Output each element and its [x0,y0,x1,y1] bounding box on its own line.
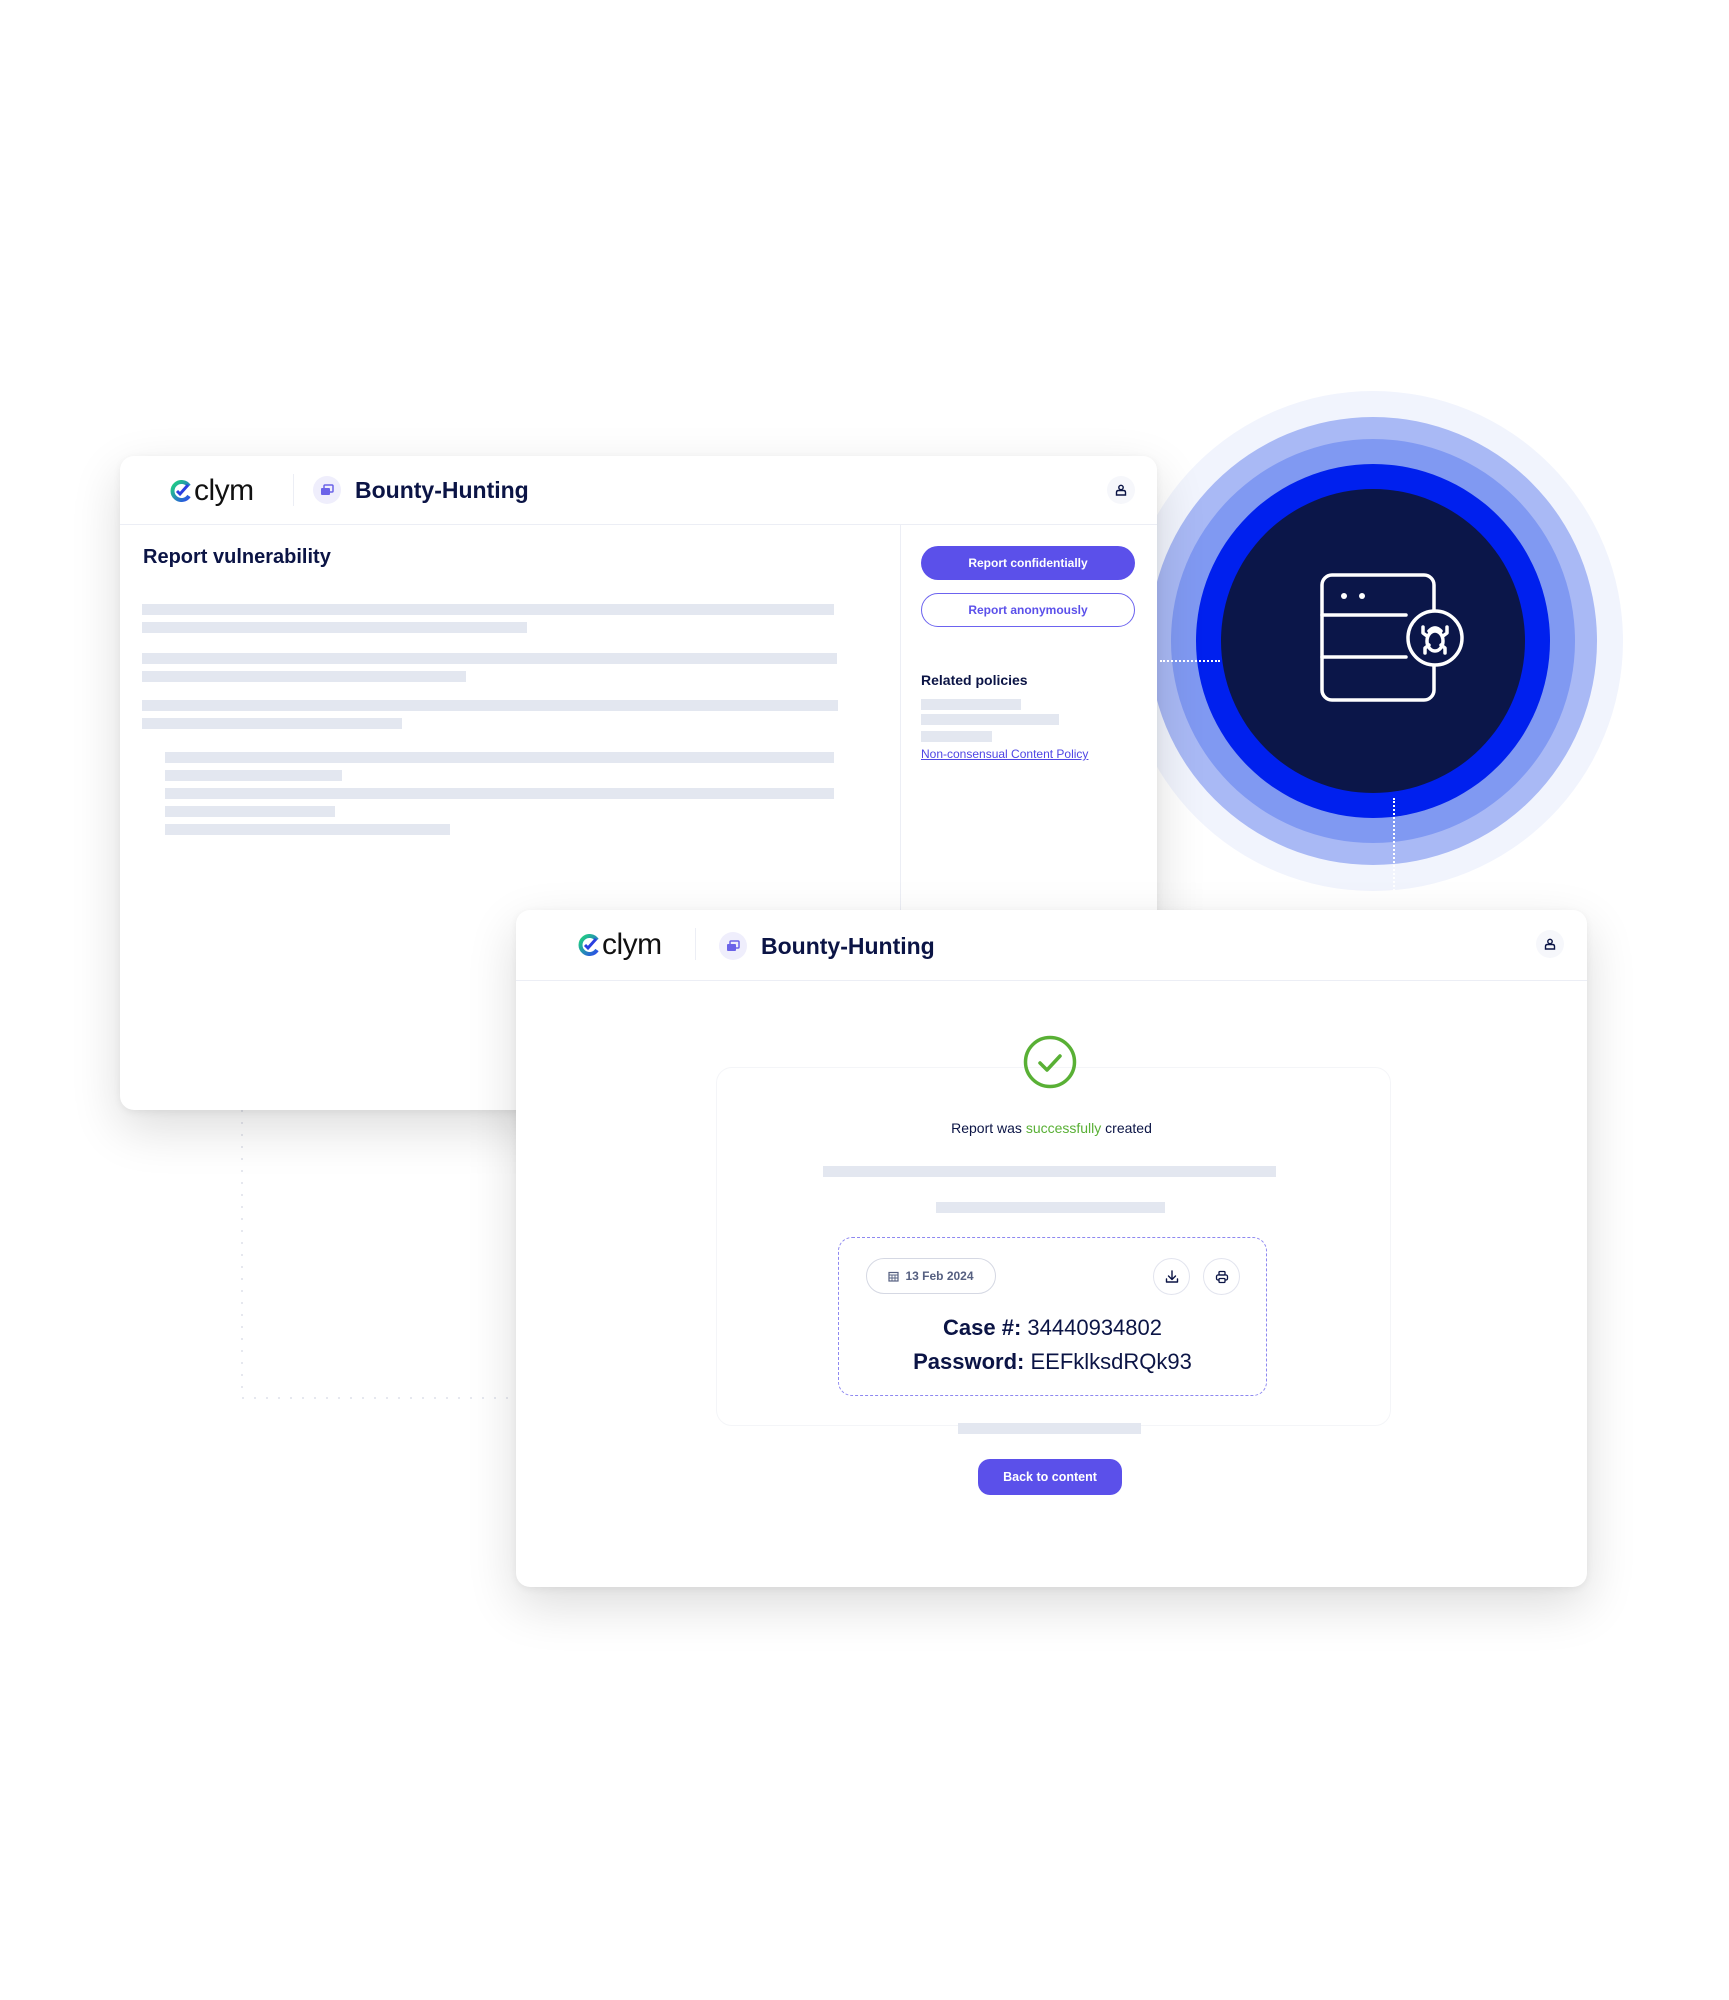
logo-text: clym [602,928,662,961]
print-button[interactable] [1203,1258,1240,1295]
connector-dots [1393,798,1395,910]
placeholder-line [936,1202,1165,1213]
report-confidentially-button[interactable]: Report confidentially [921,546,1135,580]
clym-logo: clym [170,476,254,506]
print-icon [1215,1270,1228,1283]
placeholder-line [142,653,837,664]
header: clym Bounty-Hunting [120,456,1157,525]
connector-dots [1160,660,1220,662]
app-icon [719,932,747,960]
placeholder-line [142,700,838,711]
case-label: Case #: [943,1315,1022,1340]
page-title: Report vulnerability [143,546,331,568]
policy-link[interactable]: Non-consensual Content Policy [921,747,1088,761]
download-button[interactable] [1153,1258,1190,1295]
placeholder-line [142,718,402,729]
date-text: 13 Feb 2024 [905,1269,974,1283]
related-policies-heading: Related policies [921,672,1028,688]
placeholder-line [921,699,1021,710]
case-details-box: 13 Feb 2024 Case #: 34440934802 Password… [838,1237,1267,1396]
password-value: EEFklksdRQk93 [1030,1349,1192,1374]
message-highlight: successfully [1025,1120,1102,1136]
placeholder-line [823,1166,1276,1177]
success-check-icon [1023,1035,1077,1089]
user-icon [1544,938,1556,950]
header-separator [695,928,696,960]
calendar-icon [888,1271,900,1282]
back-to-content-button[interactable]: Back to content [978,1459,1122,1495]
clym-logo: clym [578,930,662,960]
placeholder-line [958,1423,1141,1434]
placeholder-line [142,604,834,615]
password-label: Password: [913,1349,1025,1374]
placeholder-line [921,731,992,742]
placeholder-line [142,622,527,633]
case-number: Case #: 34440934802 [839,1315,1266,1341]
case-password: Password: EEFklksdRQk93 [839,1349,1266,1375]
placeholder-line [165,824,450,835]
placeholder-line [165,770,342,781]
success-message: Report was successfully created [516,1120,1587,1136]
header-separator [293,474,294,506]
clym-logo-icon [578,934,599,956]
hero-rings [1123,391,1623,891]
placeholder-line [142,671,466,682]
header: clym Bounty-Hunting [516,910,1587,981]
user-icon [1115,484,1127,496]
clym-logo-icon [170,480,191,502]
report-anonymously-button[interactable]: Report anonymously [921,593,1135,627]
placeholder-line [165,752,834,763]
app-icon [313,476,341,504]
report-confirmation-window: clym Bounty-Hunting Report was successfu… [516,910,1587,1587]
logo-text: clym [194,474,254,507]
message-text: created [1101,1120,1152,1136]
connector-line [241,1110,526,1399]
case-value: 34440934802 [1027,1315,1162,1340]
placeholder-line [165,806,335,817]
user-menu-button[interactable] [1107,476,1135,504]
placeholder-line [165,788,834,799]
download-icon [1165,1269,1178,1283]
date-badge: 13 Feb 2024 [866,1258,996,1294]
placeholder-line [921,714,1059,725]
app-title: Bounty-Hunting [355,477,529,503]
message-text: Report was [951,1120,1026,1136]
user-menu-button[interactable] [1536,930,1564,958]
app-title: Bounty-Hunting [761,933,935,959]
